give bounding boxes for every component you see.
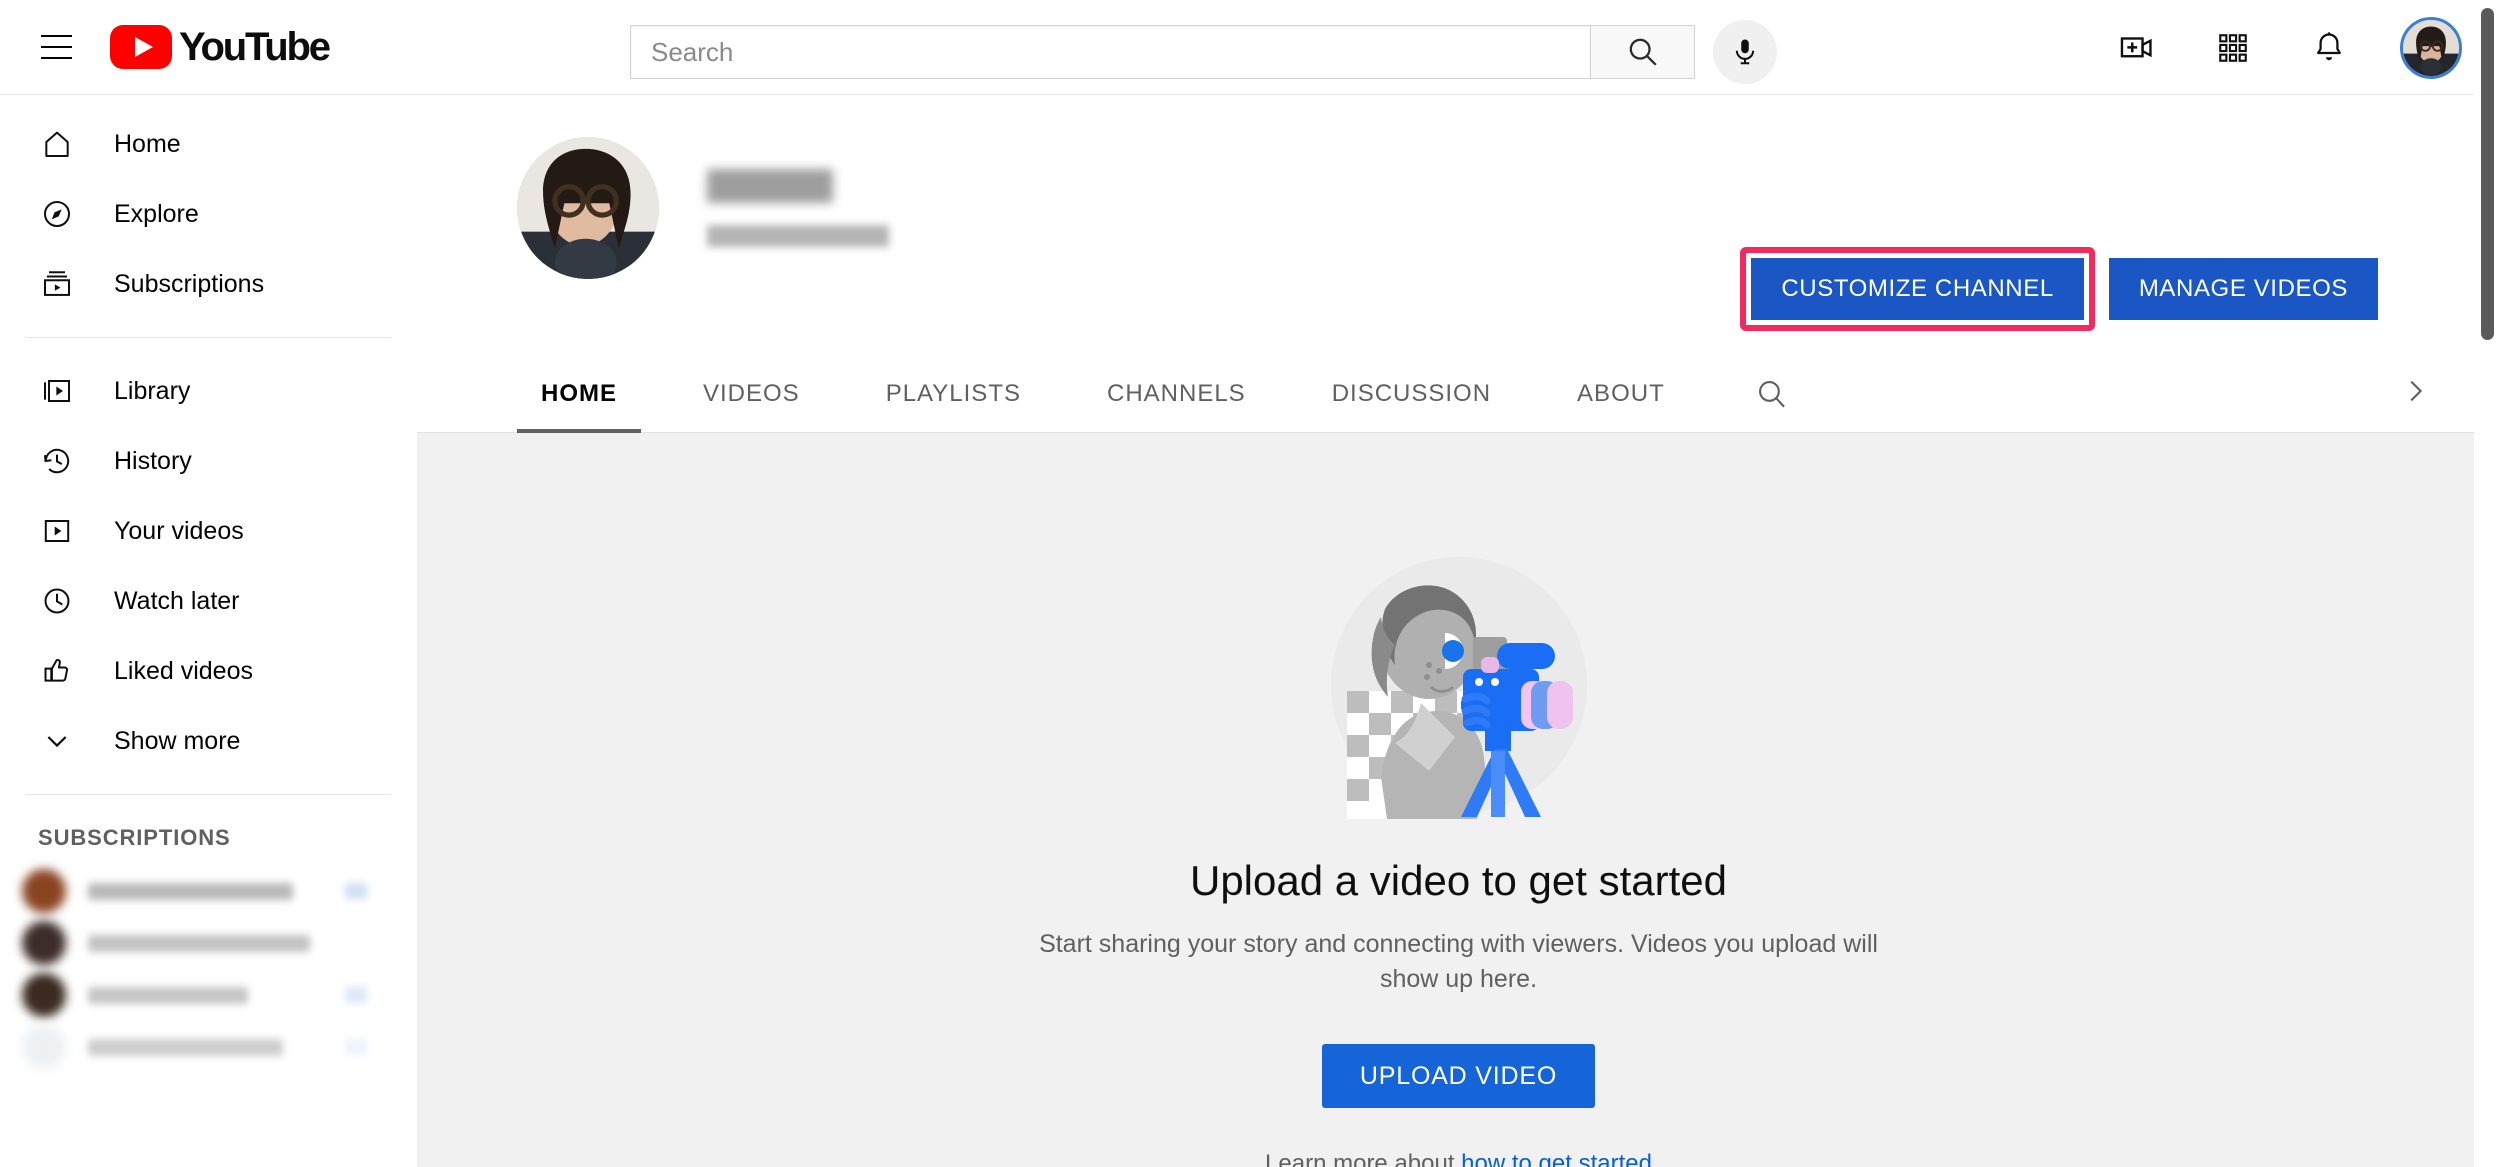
empty-state-title: Upload a video to get started	[1189, 857, 1728, 904]
tab-playlists[interactable]: PLAYLISTS	[862, 355, 1045, 433]
notifications-button[interactable]	[2304, 23, 2354, 73]
search-icon	[1758, 380, 1785, 407]
tab-home[interactable]: HOME	[517, 355, 641, 433]
history-icon	[38, 442, 76, 480]
sidebar-label: Home	[114, 129, 181, 158]
sidebar-divider-1	[26, 337, 391, 338]
compass-icon	[38, 195, 76, 233]
customize-channel-button[interactable]: CUSTOMIZE CHANNEL	[1751, 258, 2084, 320]
tab-channels[interactable]: CHANNELS	[1083, 355, 1270, 433]
empty-state: Upload a video to get started Start shar…	[417, 433, 2500, 1167]
chevron-right-icon	[2410, 380, 2423, 402]
channel-header: CUSTOMIZE CHANNEL MANAGE VIDEOS	[417, 95, 2500, 355]
learn-more-text: Learn more about how to get started	[1265, 1150, 1652, 1167]
your-videos-icon	[38, 512, 76, 550]
hamburger-menu-icon[interactable]	[24, 15, 88, 79]
account-avatar[interactable]	[2400, 16, 2462, 79]
sidebar-item-show-more[interactable]: Show more	[0, 706, 417, 776]
avatar-image	[2403, 19, 2459, 76]
sidebar-subscription-item[interactable]	[0, 969, 417, 1021]
tab-about[interactable]: ABOUT	[1553, 355, 1689, 433]
tab-videos[interactable]: VIDEOS	[679, 355, 824, 433]
youtube-play-icon	[110, 25, 172, 69]
channel-subscribers-redacted	[707, 225, 889, 247]
sidebar-label: Your videos	[114, 516, 244, 545]
subscription-name-redacted	[88, 934, 310, 952]
sidebar-item-watch-later[interactable]: Watch later	[0, 566, 417, 636]
channel-avatar-image	[517, 137, 659, 279]
tabs-next-button[interactable]	[2400, 376, 2430, 411]
create-video-icon	[2120, 36, 2152, 57]
youtube-logo-text: YouTube	[179, 24, 331, 69]
sidebar-item-explore[interactable]: Explore	[0, 179, 417, 249]
voice-search-button[interactable]	[1713, 20, 1777, 84]
search-icon	[1629, 38, 1657, 66]
learn-more-prefix: Learn more about	[1265, 1150, 1462, 1167]
top-navigation-bar: YouTube	[0, 0, 2500, 95]
main-content: CUSTOMIZE CHANNEL MANAGE VIDEOS HOME VID…	[417, 95, 2500, 1167]
sidebar-divider-2	[26, 794, 391, 795]
subscription-badge-redacted	[345, 1039, 367, 1055]
sidebar-label: Subscriptions	[114, 269, 265, 298]
sidebar-label: Show more	[114, 726, 241, 755]
search-box[interactable]	[630, 25, 1590, 79]
bell-icon	[2317, 31, 2341, 60]
empty-state-description: Start sharing your story and connecting …	[1039, 930, 1878, 993]
subscription-avatar	[22, 973, 66, 1017]
sidebar-item-subscriptions[interactable]: Subscriptions	[0, 249, 417, 319]
sidebar-subscription-item[interactable]	[0, 1021, 417, 1073]
sidebar-label: Explore	[114, 199, 199, 228]
clock-icon	[38, 582, 76, 620]
sidebar-item-history[interactable]: History	[0, 426, 417, 496]
subscription-avatar	[22, 1025, 66, 1069]
sidebar-label: Library	[114, 376, 191, 405]
subscription-name-redacted	[88, 986, 248, 1004]
channel-action-buttons: CUSTOMIZE CHANNEL MANAGE VIDEOS	[1740, 247, 2378, 331]
highlight-annotation: CUSTOMIZE CHANNEL	[1740, 247, 2095, 331]
sidebar-item-home[interactable]: Home	[0, 109, 417, 179]
tab-discussion[interactable]: DISCUSSION	[1308, 355, 1515, 433]
library-icon	[38, 372, 76, 410]
channel-tab-bar: HOME VIDEOS PLAYLISTS CHANNELS DISCUSSIO…	[417, 355, 2500, 433]
channel-meta	[707, 169, 889, 247]
manage-videos-button[interactable]: MANAGE VIDEOS	[2108, 258, 2378, 320]
how-to-get-started-link[interactable]: how to get started	[1461, 1150, 1652, 1167]
channel-name-redacted	[707, 169, 833, 203]
thumbs-up-icon	[38, 652, 76, 690]
subscriptions-icon	[38, 265, 76, 303]
left-sidebar: Home Explore Subscriptions Library Histo…	[0, 95, 417, 1167]
subscription-name-redacted	[88, 882, 293, 900]
subscription-badge-redacted	[345, 935, 367, 951]
microphone-icon	[1735, 39, 1755, 65]
subscription-badge-redacted	[345, 883, 367, 899]
subscription-avatar	[22, 921, 66, 965]
upload-video-button[interactable]: UPLOAD VIDEO	[1321, 1044, 1596, 1108]
subscription-badge-redacted	[345, 987, 367, 1003]
page-scrollbar-thumb[interactable]	[2481, 8, 2494, 340]
channel-search-button[interactable]	[1727, 355, 1817, 433]
sidebar-item-your-videos[interactable]: Your videos	[0, 496, 417, 566]
youtube-logo[interactable]: YouTube	[110, 24, 331, 70]
top-bar-actions	[2112, 0, 2462, 95]
sidebar-label: Watch later	[114, 586, 240, 615]
home-icon	[38, 125, 76, 163]
sidebar-item-liked-videos[interactable]: Liked videos	[0, 636, 417, 706]
subscription-avatar	[22, 869, 66, 913]
apps-button[interactable]	[2208, 23, 2258, 73]
sidebar-label: Liked videos	[114, 656, 253, 685]
person-filming-with-camera-illustration	[1325, 551, 1593, 819]
sidebar-label: History	[114, 446, 192, 475]
sidebar-item-library[interactable]: Library	[0, 356, 417, 426]
search-input[interactable]	[651, 36, 1590, 68]
subscription-name-redacted	[88, 1038, 283, 1056]
apps-grid-icon	[2219, 33, 2247, 62]
search-area	[630, 20, 1777, 84]
create-video-button[interactable]	[2112, 23, 2162, 73]
search-button[interactable]	[1590, 25, 1695, 79]
sidebar-subscription-item[interactable]	[0, 917, 417, 969]
channel-avatar[interactable]	[517, 137, 659, 279]
subscriptions-section-title: SUBSCRIPTIONS	[38, 825, 231, 850]
chevron-down-icon	[38, 722, 76, 760]
sidebar-subscription-item[interactable]	[0, 865, 417, 917]
